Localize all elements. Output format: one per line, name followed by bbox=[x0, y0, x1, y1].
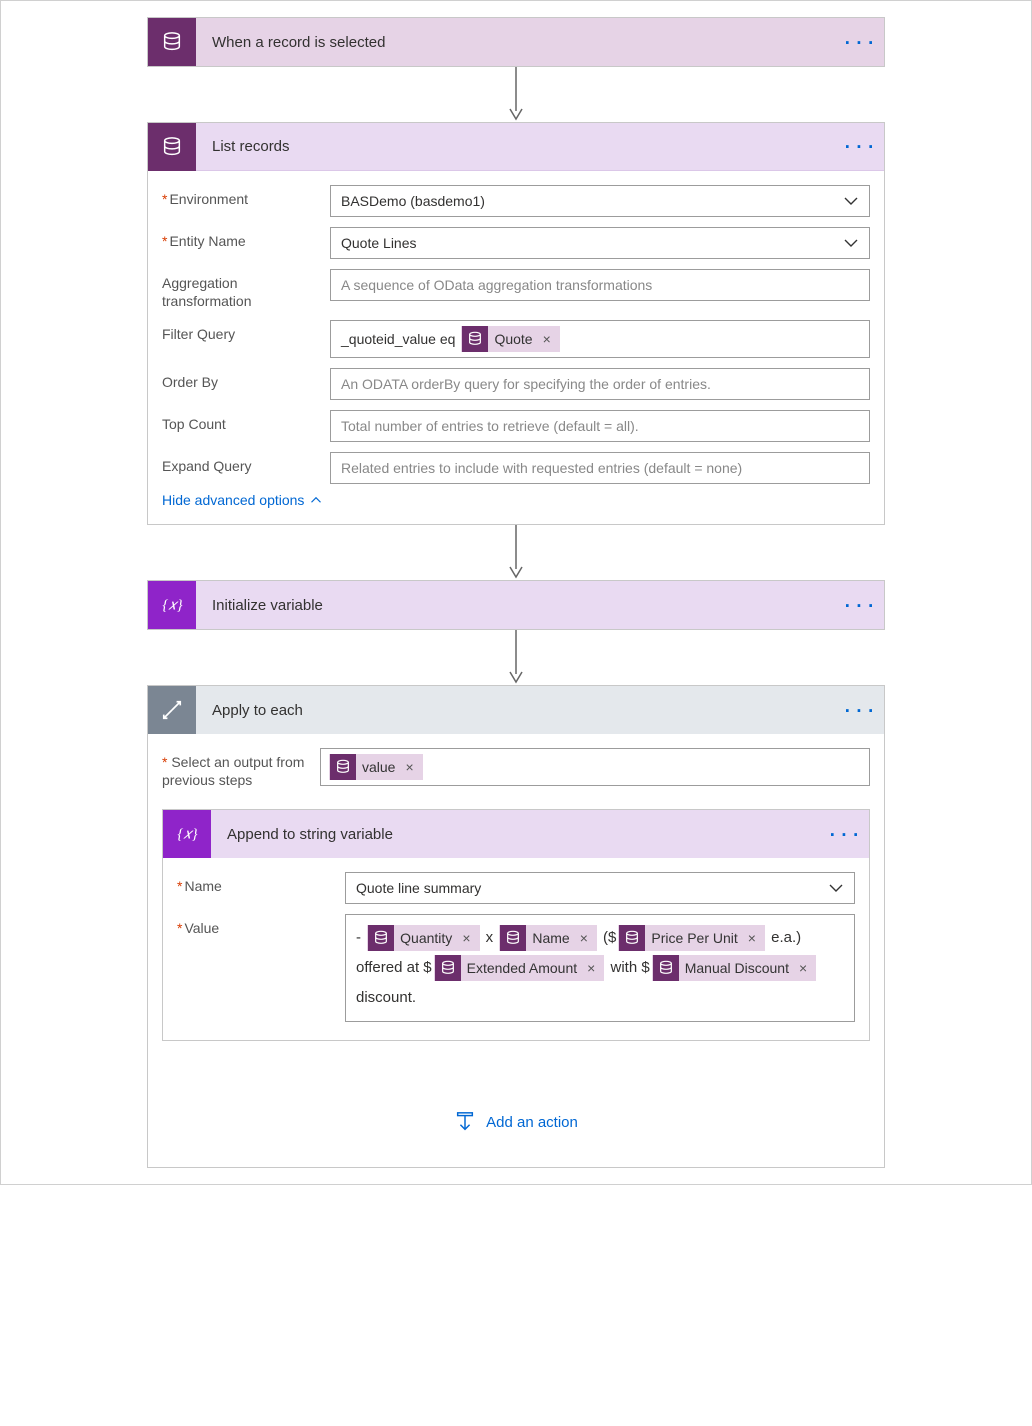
token-value[interactable]: value × bbox=[329, 754, 423, 780]
filter-input[interactable]: _quoteid_value eq Quote × bbox=[330, 320, 870, 358]
step-title: Initialize variable bbox=[196, 597, 836, 614]
step-list-records: List records ··· Environment BASDemo (ba… bbox=[147, 122, 885, 525]
step-title: Append to string variable bbox=[211, 826, 821, 843]
variable-icon: {𝑥} bbox=[163, 810, 211, 858]
step-apply-to-each: Apply to each ··· Select an output from … bbox=[147, 685, 885, 1168]
entity-select[interactable]: Quote Lines bbox=[330, 227, 870, 259]
database-icon bbox=[653, 955, 679, 981]
expand-input[interactable]: Related entries to include with requeste… bbox=[330, 452, 870, 484]
step-title: When a record is selected bbox=[196, 34, 836, 51]
step-initialize-variable[interactable]: {𝑥} Initialize variable ··· bbox=[147, 580, 885, 630]
token-extended-amount[interactable]: Extended Amount× bbox=[434, 955, 605, 981]
token-remove[interactable]: × bbox=[537, 331, 559, 347]
step-menu-button[interactable]: ··· bbox=[836, 123, 884, 171]
value-input[interactable]: - Quantity× x Name× ($Price Per Unit× e.… bbox=[345, 914, 855, 1022]
label-select-output: Select an output from previous steps bbox=[162, 748, 312, 789]
database-icon bbox=[148, 18, 196, 66]
variable-icon: {𝑥} bbox=[148, 581, 196, 629]
topcount-input[interactable]: Total number of entries to retrieve (def… bbox=[330, 410, 870, 442]
token-quote[interactable]: Quote × bbox=[461, 326, 559, 352]
add-action-icon bbox=[454, 1111, 476, 1133]
database-icon bbox=[619, 925, 645, 951]
select-output-input[interactable]: value × bbox=[320, 748, 870, 786]
chevron-up-icon bbox=[310, 494, 322, 506]
orderby-input[interactable]: An ODATA orderBy query for specifying th… bbox=[330, 368, 870, 400]
step-trigger[interactable]: When a record is selected ··· bbox=[147, 17, 885, 67]
token-remove[interactable]: × bbox=[742, 924, 764, 952]
step-title: List records bbox=[196, 138, 836, 155]
connector-arrow bbox=[147, 630, 885, 685]
token-remove[interactable]: × bbox=[793, 954, 815, 982]
add-action-button[interactable]: Add an action bbox=[148, 1041, 884, 1163]
label-aggregation: Aggregation transformation bbox=[162, 269, 322, 310]
database-icon bbox=[368, 925, 394, 951]
database-icon bbox=[148, 123, 196, 171]
token-remove[interactable]: × bbox=[399, 759, 421, 775]
step-menu-button[interactable]: ··· bbox=[836, 581, 884, 629]
step-menu-button[interactable]: ··· bbox=[836, 18, 884, 66]
database-icon bbox=[500, 925, 526, 951]
label-environment: Environment bbox=[162, 185, 322, 209]
svg-text:{𝑥}: {𝑥} bbox=[177, 827, 197, 843]
label-topcount: Top Count bbox=[162, 410, 322, 434]
step-title: Apply to each bbox=[196, 702, 836, 719]
label-filter: Filter Query bbox=[162, 320, 322, 344]
step-header[interactable]: List records ··· bbox=[148, 123, 884, 171]
connector-arrow bbox=[147, 525, 885, 580]
connector-arrow bbox=[147, 67, 885, 122]
step-header[interactable]: {𝑥} Append to string variable ··· bbox=[163, 810, 869, 858]
token-remove[interactable]: × bbox=[581, 954, 603, 982]
step-menu-button[interactable]: ··· bbox=[836, 686, 884, 734]
label-name: Name bbox=[177, 872, 337, 896]
hide-advanced-link[interactable]: Hide advanced options bbox=[162, 484, 870, 518]
database-icon bbox=[462, 326, 488, 352]
token-remove[interactable]: × bbox=[456, 924, 478, 952]
variable-name-select[interactable]: Quote line summary bbox=[345, 872, 855, 904]
token-price-per-unit[interactable]: Price Per Unit× bbox=[618, 925, 765, 951]
token-remove[interactable]: × bbox=[574, 924, 596, 952]
chevron-down-icon bbox=[843, 235, 859, 251]
token-name[interactable]: Name× bbox=[499, 925, 597, 951]
label-orderby: Order By bbox=[162, 368, 322, 392]
database-icon bbox=[435, 955, 461, 981]
label-entity: Entity Name bbox=[162, 227, 322, 251]
chevron-down-icon bbox=[843, 193, 859, 209]
token-manual-discount[interactable]: Manual Discount× bbox=[652, 955, 816, 981]
label-value: Value bbox=[177, 914, 337, 938]
token-quantity[interactable]: Quantity× bbox=[367, 925, 479, 951]
loop-icon bbox=[148, 686, 196, 734]
chevron-down-icon bbox=[828, 880, 844, 896]
label-expand: Expand Query bbox=[162, 452, 322, 476]
step-header[interactable]: Apply to each ··· bbox=[148, 686, 884, 734]
aggregation-input[interactable]: A sequence of OData aggregation transfor… bbox=[330, 269, 870, 301]
step-append-to-string: {𝑥} Append to string variable ··· Name Q… bbox=[162, 809, 870, 1041]
environment-select[interactable]: BASDemo (basdemo1) bbox=[330, 185, 870, 217]
svg-text:{𝑥}: {𝑥} bbox=[162, 598, 182, 614]
database-icon bbox=[330, 754, 356, 780]
step-menu-button[interactable]: ··· bbox=[821, 810, 869, 858]
